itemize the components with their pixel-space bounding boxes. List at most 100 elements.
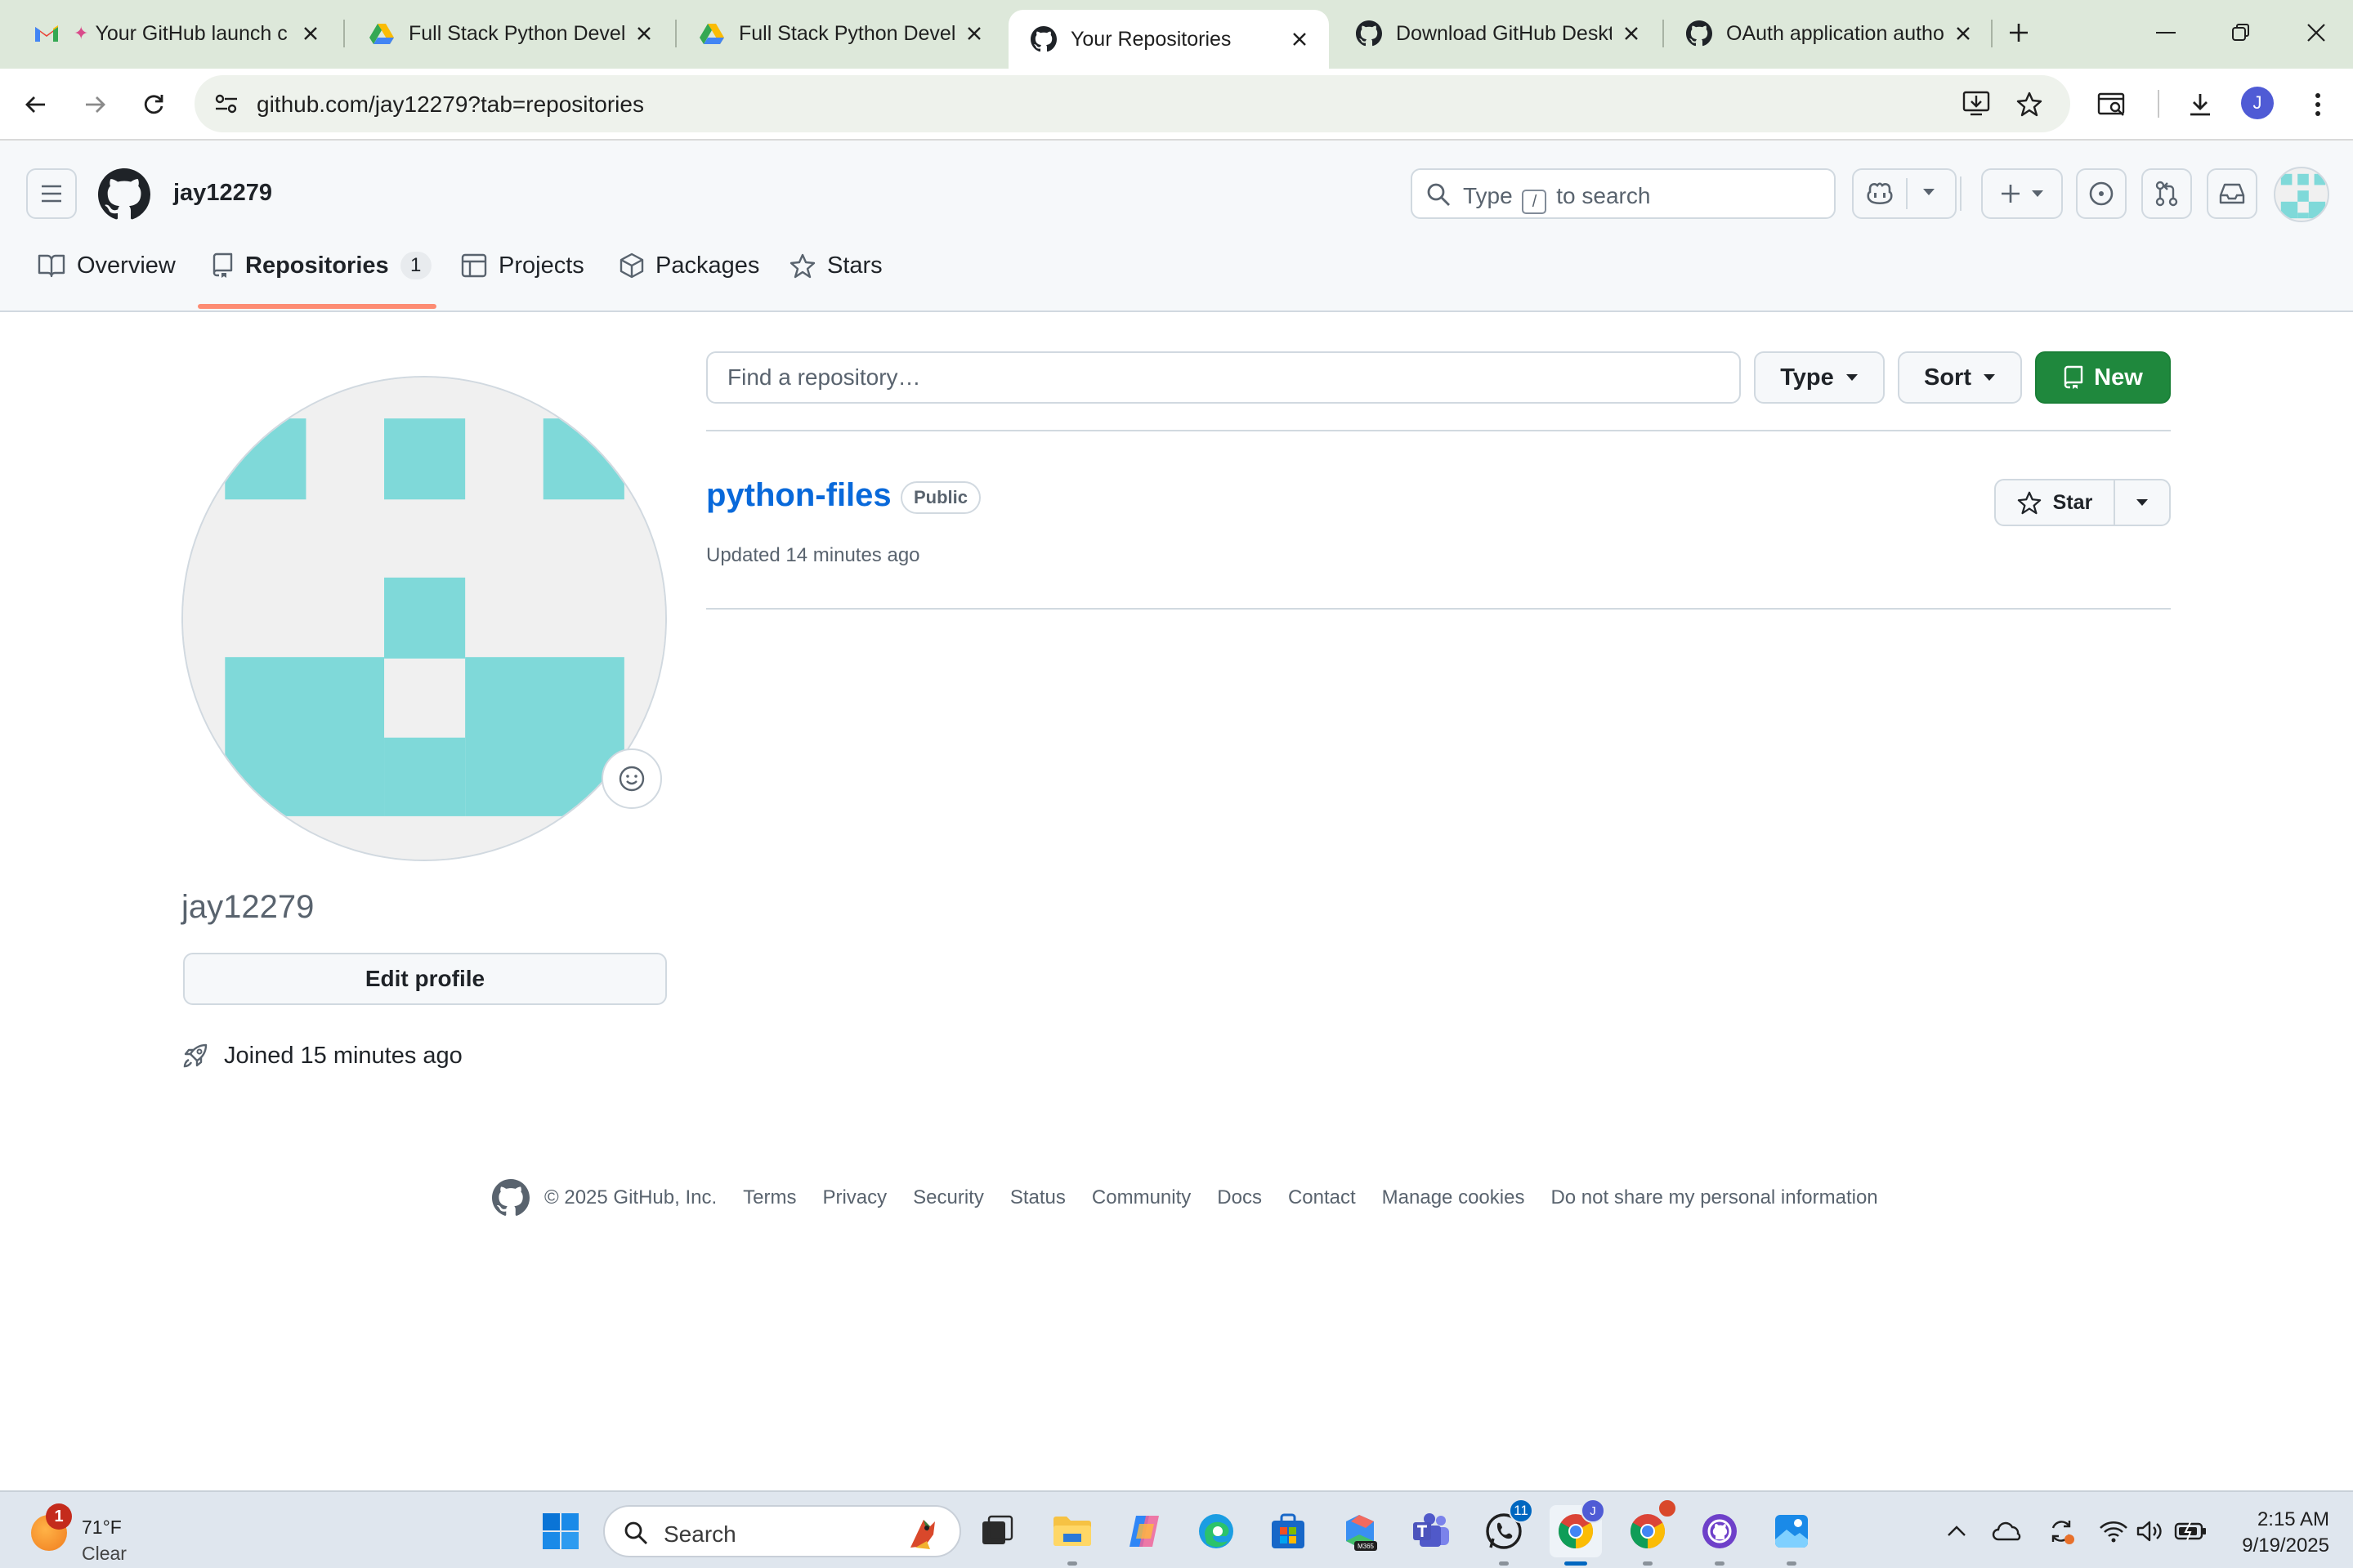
browser-tab-3[interactable]: Full Stack Python Develo: [677, 8, 1004, 59]
downloads-button[interactable]: [2179, 83, 2221, 126]
photos-app-button[interactable]: [1765, 1505, 1818, 1566]
inbox-icon: [2219, 183, 2245, 204]
browser-menu-button[interactable]: [2297, 83, 2339, 126]
minimize-button[interactable]: [2141, 11, 2190, 54]
taskbar-search[interactable]: Search: [603, 1505, 961, 1557]
github-search-input[interactable]: Type / to search: [1411, 168, 1836, 219]
profile-avatar[interactable]: [181, 376, 667, 861]
set-status-button[interactable]: [602, 748, 662, 809]
close-icon[interactable]: [299, 22, 322, 45]
pull-requests-button[interactable]: [2141, 168, 2192, 219]
close-icon[interactable]: [963, 22, 986, 45]
footer-link-security[interactable]: Security: [913, 1186, 984, 1209]
task-view-button[interactable]: [971, 1505, 1023, 1557]
restore-button[interactable]: [2217, 11, 2266, 54]
triangle-down-icon[interactable]: [1922, 188, 1935, 196]
install-app-icon[interactable]: [1956, 83, 1997, 124]
close-icon[interactable]: [633, 22, 655, 45]
teams-button[interactable]: [1406, 1505, 1458, 1557]
new-tab-button[interactable]: [1994, 11, 2043, 54]
footer-link-status[interactable]: Status: [1010, 1186, 1066, 1209]
search-hint: Type / to search: [1463, 183, 1650, 214]
bookmark-star-icon[interactable]: [2009, 83, 2050, 124]
close-icon[interactable]: [1288, 28, 1311, 51]
tab-repositories[interactable]: Repositories 1: [211, 245, 432, 286]
browser-profile-avatar[interactable]: J: [2241, 87, 2274, 119]
tab-separator: [343, 20, 345, 47]
footer-link-terms[interactable]: Terms: [743, 1186, 796, 1209]
search-hint-suffix: to search: [1556, 183, 1651, 208]
edge-button[interactable]: [1190, 1505, 1242, 1557]
sort-button[interactable]: Sort: [1898, 351, 2022, 404]
repository-name-link[interactable]: python-files: [706, 477, 892, 514]
footer-link-do-not-share[interactable]: Do not share my personal information: [1550, 1186, 1877, 1209]
star-list-menu-button[interactable]: [2115, 480, 2169, 525]
close-window-button[interactable]: [2292, 11, 2341, 54]
chrome-active-button[interactable]: J: [1550, 1499, 1605, 1566]
m365-icon: M365: [1346, 1515, 1377, 1551]
repository-search-input[interactable]: [708, 353, 1739, 402]
sync-status-icon[interactable]: [2045, 1515, 2078, 1548]
tab-overview[interactable]: Overview: [38, 245, 176, 286]
browser-tab-1[interactable]: ✦ Your GitHub launch c: [11, 8, 340, 59]
browser-tab-strip: ✦ Your GitHub launch c Full Stack Python…: [0, 0, 2353, 69]
back-button[interactable]: [15, 83, 57, 126]
footer-link-community[interactable]: Community: [1092, 1186, 1191, 1209]
type-filter-button[interactable]: Type: [1754, 351, 1885, 404]
weather-widget[interactable]: 1 71°F Clear: [28, 1503, 150, 1564]
browser-tab-2[interactable]: Full Stack Python Develo: [347, 8, 673, 59]
show-hidden-icons-button[interactable]: [1940, 1515, 1973, 1548]
edit-profile-button[interactable]: Edit profile: [183, 953, 667, 1005]
inbox-button[interactable]: [2207, 168, 2257, 219]
onedrive-icon[interactable]: [1991, 1515, 2024, 1548]
chrome-second-profile-button[interactable]: [1622, 1499, 1677, 1566]
close-icon[interactable]: [1620, 22, 1643, 45]
footer-link-docs[interactable]: Docs: [1217, 1186, 1262, 1209]
close-icon[interactable]: [1952, 22, 1975, 45]
chevron-up-icon: [1948, 1526, 1966, 1536]
tab-projects[interactable]: Projects: [461, 245, 584, 286]
reload-button[interactable]: [132, 83, 175, 126]
site-info-icon[interactable]: [206, 83, 247, 124]
global-nav-menu-button[interactable]: [26, 168, 77, 219]
star-button[interactable]: Star: [1996, 480, 2115, 525]
address-bar[interactable]: github.com/jay12279?tab=repositories: [195, 75, 2070, 132]
taskbar-clock[interactable]: 2:15 AM 9/19/2025: [2223, 1507, 2329, 1559]
browser-tab-active[interactable]: Your Repositories: [1009, 10, 1329, 69]
forward-button[interactable]: [74, 83, 116, 126]
microsoft-365-button[interactable]: M365: [1334, 1505, 1386, 1557]
footer-link-manage-cookies[interactable]: Manage cookies: [1382, 1186, 1525, 1209]
file-explorer-button[interactable]: [1046, 1505, 1098, 1566]
github-desktop-button[interactable]: [1693, 1505, 1746, 1566]
github-logo-icon[interactable]: [492, 1179, 530, 1217]
copilot-icon: [1865, 181, 1894, 207]
battery-icon[interactable]: [2174, 1515, 2207, 1548]
microsoft-store-button[interactable]: [1262, 1505, 1314, 1557]
context-username[interactable]: jay12279: [173, 180, 272, 207]
new-repository-button[interactable]: New: [2035, 351, 2171, 404]
whatsapp-unread-badge: 11: [1509, 1499, 1533, 1523]
github-logo-icon[interactable]: [98, 168, 150, 221]
start-button[interactable]: [535, 1505, 587, 1557]
create-new-button[interactable]: [1981, 168, 2063, 219]
github-footer: © 2025 GitHub, Inc. Terms Privacy Securi…: [492, 1178, 1878, 1217]
joined-text: Joined 15 minutes ago: [224, 1042, 463, 1069]
copilot-button[interactable]: [1852, 168, 1957, 219]
footer-link-privacy[interactable]: Privacy: [822, 1186, 887, 1209]
reload-icon: [144, 95, 163, 114]
repository-search-field[interactable]: [706, 351, 1741, 404]
copilot-app-button[interactable]: [1118, 1505, 1170, 1557]
chrome-profile-badge: J: [1581, 1499, 1605, 1523]
whatsapp-button[interactable]: 11: [1478, 1499, 1533, 1566]
user-avatar[interactable]: [2274, 167, 2329, 222]
tab-stars[interactable]: Stars: [790, 245, 883, 286]
tab-packages[interactable]: Packages: [620, 245, 759, 286]
footer-link-contact[interactable]: Contact: [1288, 1186, 1356, 1209]
browser-tab-6[interactable]: OAuth application autho: [1664, 8, 1993, 59]
issues-button[interactable]: [2076, 168, 2127, 219]
reading-mode-icon[interactable]: [2091, 83, 2133, 126]
browser-tab-5[interactable]: Download GitHub Deskt: [1334, 8, 1661, 59]
wifi-icon[interactable]: [2097, 1515, 2130, 1548]
volume-icon[interactable]: [2133, 1515, 2166, 1548]
rocket-icon: [183, 1043, 208, 1068]
